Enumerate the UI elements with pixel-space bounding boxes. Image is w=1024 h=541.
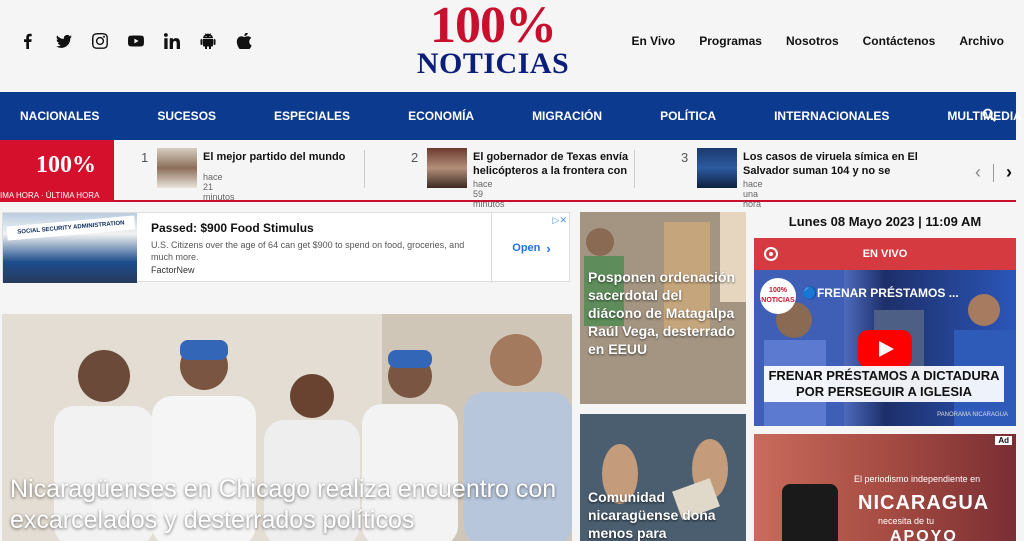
ticker-item-title: El gobernador de Texas envía helicóptero… (473, 151, 629, 177)
ticker-thumbnail (157, 148, 197, 188)
ad-image: SOCIAL SECURITY ADMINISTRATION (3, 213, 137, 283)
site-logo[interactable]: 100% NOTICIAS (412, 0, 574, 80)
video-caption: FRENAR PRÉSTAMOS A DICTADURA POR PERSEGU… (764, 366, 1004, 402)
side-article-title: Comunidad nicaragüense dona menos para (588, 489, 716, 541)
facebook-icon[interactable] (10, 32, 46, 50)
ticker-prev-button[interactable]: ‹ (975, 162, 981, 183)
topnav-contactenos[interactable]: Contáctenos (863, 34, 936, 48)
logo-line2: NOTICIAS (416, 47, 570, 80)
chevron-right-icon: › (546, 240, 551, 256)
android-icon[interactable] (190, 32, 226, 50)
sponsored-ad[interactable]: SOCIAL SECURITY ADMINISTRATION Passed: $… (2, 212, 570, 283)
video-title: 🔵FRENAR PRÉSTAMOS ... (802, 286, 959, 300)
topnav-nosotros[interactable]: Nosotros (786, 34, 839, 48)
side-article[interactable]: Posponen ordenación sacerdotal del diáco… (580, 212, 746, 404)
apple-icon[interactable] (226, 32, 262, 50)
side-article-title: Posponen ordenación sacerdotal del diáco… (588, 269, 736, 357)
ticker-thumbnail (427, 148, 467, 188)
ticker-logo-text: 100% (36, 152, 96, 178)
linkedin-icon[interactable] (154, 32, 190, 50)
topnav-programas[interactable]: Programas (699, 34, 762, 48)
ticker-next-button[interactable]: › (1006, 162, 1012, 183)
ticker-thumbnail (697, 148, 737, 188)
nav-migracion[interactable]: MIGRACIÓN (532, 109, 602, 123)
ticker-item-time: hace 21 minutos (203, 172, 235, 202)
live-header: EN VIVO (754, 238, 1016, 270)
video-player[interactable]: 100% NOTICIAS 🔵FRENAR PRÉSTAMOS ... FREN… (754, 270, 1016, 426)
side-article[interactable]: Comunidad nicaragüense dona menos para (580, 414, 746, 541)
ticker-item-title: El mejor partido del mundo (203, 151, 346, 163)
top-bar: 100% NOTICIAS En Vivo Programas Nosotros… (0, 0, 1024, 92)
social-links (10, 32, 262, 50)
live-broadcast-icon (764, 247, 778, 261)
adchoices-icon[interactable]: ▷✕ (553, 215, 567, 226)
ad-image-sign: SOCIAL SECURITY ADMINISTRATION (6, 215, 136, 241)
ticker-item-number: 3 (681, 150, 689, 165)
main-nav: NACIONALES SUCESOS ESPECIALES ECONOMÍA M… (0, 92, 1022, 140)
ticker-controls: ‹ › (975, 162, 1012, 183)
ticker-divider (364, 150, 365, 188)
promo-line1: El periodismo independiente en (854, 474, 981, 484)
youtube-icon[interactable] (118, 32, 154, 50)
nav-economia[interactable]: ECONOMÍA (408, 109, 474, 123)
live-label: EN VIVO (862, 248, 908, 260)
nav-internacionales[interactable]: INTERNACIONALES (774, 109, 889, 123)
ticker-controls-divider (993, 163, 994, 182)
hero-article[interactable]: Nicaragüenses en Chicago realiza encuent… (2, 314, 572, 541)
hero-title: Nicaragüenses en Chicago realiza encuent… (10, 475, 557, 534)
ticker-item-number: 2 (411, 150, 419, 165)
promo-line4: APOYO (890, 528, 958, 541)
ticker-item-title: Los casos de viruela símica en El Salvad… (743, 151, 918, 177)
promo-line3: necesita de tu (878, 516, 935, 526)
ticker-item-number: 1 (141, 150, 149, 165)
topnav-archivo[interactable]: Archivo (959, 34, 1004, 48)
twitter-icon[interactable] (46, 32, 82, 50)
ticker-item-time: hace una hora (743, 179, 763, 209)
ad-description: U.S. Citizens over the age of 64 can get… (151, 240, 465, 262)
nav-sucesos[interactable]: SUCESOS (157, 109, 216, 123)
live-stream-widget[interactable]: EN VIVO 100% NOTICIAS 🔵FRENAR PRÉSTAMOS … (754, 238, 1016, 426)
search-icon[interactable] (982, 108, 998, 124)
play-button-icon[interactable] (858, 330, 912, 368)
ad-brand: FactorNew (151, 265, 195, 275)
promo-line2: NICARAGUA (858, 492, 990, 514)
top-nav: En Vivo Programas Nosotros Contáctenos A… (631, 34, 1004, 48)
nav-nacionales[interactable]: NACIONALES (20, 109, 99, 123)
nav-especiales[interactable]: ESPECIALES (274, 109, 350, 123)
breaking-news-ticker: 100% IMA HORA · ÚLTIMA HORA 1 El mejor p… (0, 140, 1016, 209)
ticker-divider (634, 150, 635, 188)
instagram-icon[interactable] (82, 32, 118, 50)
phone-illustration (782, 484, 838, 541)
ticker-logo: 100% IMA HORA · ÚLTIMA HORA (0, 140, 114, 202)
video-watermark: PANORAMA NICARAGUA (937, 412, 1008, 418)
topnav-en-vivo[interactable]: En Vivo (631, 34, 675, 48)
ad-headline: Passed: $900 Food Stimulus (151, 221, 314, 235)
ticker-item-time: hace 59 minutos (473, 179, 505, 209)
logo-line1: 100% (430, 0, 557, 54)
channel-logo: 100% NOTICIAS (760, 278, 796, 314)
current-date-time: Lunes 08 Mayo 2023 | 11:09 AM (788, 214, 982, 229)
ticker-label: IMA HORA · ÚLTIMA HORA (0, 191, 100, 200)
promo-banner[interactable]: Ad El periodismo independiente en NICARA… (754, 434, 1016, 541)
ad-badge[interactable]: Ad (995, 436, 1012, 445)
ad-open-label: Open (512, 242, 541, 254)
nav-politica[interactable]: POLÍTICA (660, 109, 716, 123)
